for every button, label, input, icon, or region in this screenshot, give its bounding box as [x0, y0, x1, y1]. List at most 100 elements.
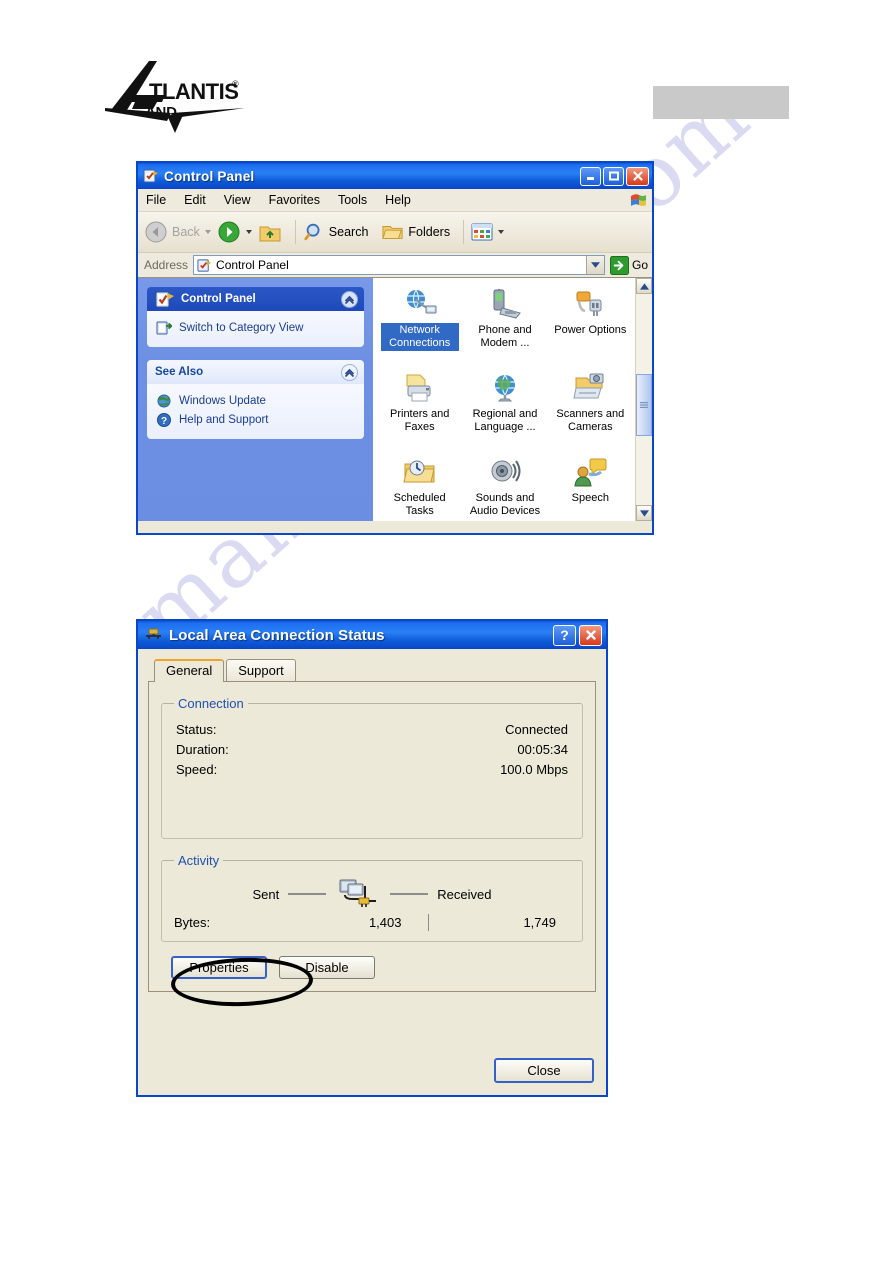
- task-panel-body: Switch to Category View: [147, 311, 364, 347]
- control-panel-icon: [143, 168, 159, 184]
- cp-item-speech[interactable]: Speech: [548, 452, 633, 536]
- properties-button[interactable]: Properties: [171, 956, 267, 979]
- scrollbar-track[interactable]: [636, 294, 652, 505]
- svg-text:TLANTIS: TLANTIS: [149, 79, 238, 104]
- chevron-up-icon[interactable]: [341, 363, 358, 381]
- cp-item-label: Speech: [571, 492, 609, 504]
- cp-item-sounds-and-audio-devices[interactable]: Sounds and Audio Devices: [462, 452, 547, 536]
- cp-item-label: Power Options: [554, 324, 627, 336]
- printers-faxes-icon: [403, 372, 437, 404]
- menu-item-view[interactable]: View: [224, 193, 251, 207]
- explorer-left-panel: Control Panel Switch to Category View Se…: [138, 278, 373, 521]
- cp-item-label: Printers and Faxes: [390, 408, 450, 433]
- toolbar-separator: [294, 220, 296, 244]
- toolbar-separator-2: [463, 220, 465, 244]
- sent-connector: [288, 893, 327, 895]
- cp-item-power-options[interactable]: Power Options: [548, 284, 633, 368]
- forward-dropdown-icon[interactable]: [245, 230, 252, 234]
- explorer-icon-area: Network Connections Phone and Modem ... …: [373, 278, 652, 521]
- back-dropdown-icon[interactable]: [204, 230, 211, 234]
- cp-item-scanners-and-cameras[interactable]: Scanners and Cameras: [548, 368, 633, 452]
- dialog-titlebar[interactable]: Local Area Connection Status ?: [138, 621, 606, 649]
- address-dropdown-icon[interactable]: [585, 256, 604, 274]
- views-dropdown-icon[interactable]: [498, 230, 505, 234]
- window-titlebar[interactable]: Control Panel: [138, 163, 652, 189]
- duration-value: 00:05:34: [517, 742, 568, 757]
- received-label: Received: [437, 886, 492, 902]
- up-button[interactable]: [258, 220, 282, 244]
- tab-support[interactable]: Support: [226, 659, 296, 682]
- dialog-close-action-button[interactable]: Close: [494, 1058, 594, 1083]
- task-panel-header[interactable]: Control Panel: [147, 287, 364, 311]
- connection-group-legend: Connection: [178, 696, 244, 711]
- control-panel-window: Control Panel File Edit View Favorites T…: [136, 161, 654, 535]
- speed-value: 100.0 Mbps: [500, 762, 568, 777]
- speech-icon: [573, 456, 607, 488]
- menu-item-help[interactable]: Help: [385, 193, 411, 207]
- switch-view-icon: [156, 320, 173, 336]
- svg-text:?: ?: [161, 416, 167, 427]
- cp-item-label: Regional and Language ...: [472, 408, 538, 433]
- received-connector: [390, 893, 429, 895]
- cp-item-label: Network Connections: [380, 323, 459, 351]
- explorer-body: Control Panel Switch to Category View Se…: [138, 278, 652, 521]
- cp-item-regional-and-language[interactable]: Regional and Language ...: [462, 368, 547, 452]
- address-input[interactable]: Control Panel: [193, 255, 605, 275]
- cp-item-label: Scanners and Cameras: [556, 408, 625, 433]
- go-label: Go: [631, 258, 648, 272]
- window-title: Control Panel: [164, 168, 255, 184]
- tab-general[interactable]: General: [154, 659, 225, 682]
- folders-label: Folders: [408, 225, 451, 239]
- chevron-up-icon[interactable]: [341, 290, 358, 308]
- sent-label: Sent: [252, 886, 280, 902]
- speed-label: Speed:: [176, 762, 218, 777]
- regional-language-icon: [488, 372, 522, 404]
- address-value: Control Panel: [216, 258, 289, 272]
- menu-item-file[interactable]: File: [146, 193, 166, 207]
- help-support-icon: ?: [156, 412, 172, 428]
- sidebar-item-help-support[interactable]: ? Help and Support: [156, 412, 358, 428]
- power-options-icon: [573, 288, 607, 320]
- connection-group: Connection Status: Connected Duration: 0…: [161, 696, 583, 839]
- control-panel-icon-grid: Network Connections Phone and Modem ... …: [373, 278, 635, 521]
- status-label: Status:: [176, 722, 217, 737]
- atlantis-land-logo: TLANTIS ® AND: [105, 55, 245, 133]
- menu-item-edit[interactable]: Edit: [184, 193, 206, 207]
- maximize-button[interactable]: [603, 166, 624, 186]
- activity-group-legend: Activity: [178, 853, 220, 868]
- help-button[interactable]: ?: [553, 624, 576, 646]
- views-button[interactable]: [471, 222, 505, 242]
- search-button[interactable]: Search: [303, 221, 368, 243]
- vertical-scrollbar[interactable]: [635, 278, 652, 521]
- see-also-header[interactable]: See Also: [147, 360, 364, 384]
- forward-button[interactable]: [217, 220, 252, 244]
- page-root: manualshive.com TLANTIS ® AND: [0, 0, 893, 1263]
- close-button-row: Close: [494, 1058, 594, 1083]
- menu-item-favorites[interactable]: Favorites: [269, 193, 320, 207]
- folders-button[interactable]: Folders: [382, 221, 450, 243]
- address-label: Address: [144, 258, 189, 272]
- window-controls: [580, 166, 649, 186]
- dialog-close-button[interactable]: [579, 624, 602, 646]
- menu-item-tools[interactable]: Tools: [338, 193, 367, 207]
- sidebar-item-windows-update[interactable]: Windows Update: [156, 393, 358, 409]
- disable-button[interactable]: Disable: [279, 956, 375, 979]
- scroll-down-button[interactable]: [636, 505, 652, 521]
- cp-item-phone-and-modem[interactable]: Phone and Modem ...: [462, 284, 547, 368]
- tab-page-general: Connection Status: Connected Duration: 0…: [148, 681, 596, 1009]
- duration-label: Duration:: [176, 742, 229, 757]
- back-button[interactable]: Back: [144, 220, 211, 244]
- scroll-up-button[interactable]: [636, 278, 652, 294]
- connection-row-duration: Duration: 00:05:34: [176, 742, 568, 757]
- scrollbar-thumb[interactable]: [636, 374, 652, 437]
- close-button[interactable]: [626, 166, 649, 186]
- toolbar: Back Search Folders: [138, 212, 652, 253]
- cp-item-network-connections[interactable]: Network Connections: [377, 284, 462, 368]
- go-button[interactable]: Go: [609, 255, 648, 275]
- minimize-button[interactable]: [580, 166, 601, 186]
- dialog-title: Local Area Connection Status: [169, 626, 385, 644]
- cp-item-scheduled-tasks[interactable]: Scheduled Tasks: [377, 452, 462, 536]
- cp-item-printers-and-faxes[interactable]: Printers and Faxes: [377, 368, 462, 452]
- local-area-connection-status-dialog: Local Area Connection Status ? General S…: [136, 619, 608, 1097]
- sidebar-item-switch-view[interactable]: Switch to Category View: [156, 320, 358, 336]
